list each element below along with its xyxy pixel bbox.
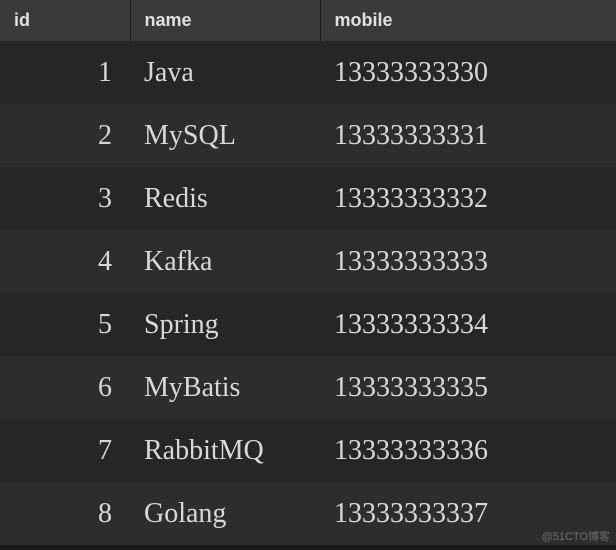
cell-id: 6 — [0, 356, 130, 419]
cell-mobile: 13333333330 — [320, 41, 616, 104]
table-row[interactable]: 5 Spring 13333333334 — [0, 293, 616, 356]
table-row[interactable]: 3 Redis 13333333332 — [0, 167, 616, 230]
table-header-row: id name mobile — [0, 0, 616, 41]
cell-id: 7 — [0, 419, 130, 482]
column-header-mobile[interactable]: mobile — [320, 0, 616, 41]
table-row[interactable]: 1 Java 13333333330 — [0, 41, 616, 104]
cell-name: Golang — [130, 482, 320, 545]
cell-name: MySQL — [130, 104, 320, 167]
table-row[interactable]: 7 RabbitMQ 13333333336 — [0, 419, 616, 482]
cell-name: MyBatis — [130, 356, 320, 419]
column-header-id[interactable]: id — [0, 0, 130, 41]
cell-mobile: 13333333334 — [320, 293, 616, 356]
cell-mobile: 13333333332 — [320, 167, 616, 230]
table-row[interactable]: 6 MyBatis 13333333335 — [0, 356, 616, 419]
cell-name: RabbitMQ — [130, 419, 320, 482]
cell-mobile: 13333333333 — [320, 230, 616, 293]
data-table: id name mobile 1 Java 13333333330 2 MySQ… — [0, 0, 616, 545]
cell-name: Redis — [130, 167, 320, 230]
cell-mobile: 13333333331 — [320, 104, 616, 167]
cell-id: 3 — [0, 167, 130, 230]
table-row[interactable]: 8 Golang 13333333337 — [0, 482, 616, 545]
cell-id: 2 — [0, 104, 130, 167]
cell-id: 4 — [0, 230, 130, 293]
cell-mobile: 13333333335 — [320, 356, 616, 419]
cell-id: 1 — [0, 41, 130, 104]
cell-name: Kafka — [130, 230, 320, 293]
table-row[interactable]: 4 Kafka 13333333333 — [0, 230, 616, 293]
cell-id: 5 — [0, 293, 130, 356]
cell-id: 8 — [0, 482, 130, 545]
cell-name: Spring — [130, 293, 320, 356]
table-row[interactable]: 2 MySQL 13333333331 — [0, 104, 616, 167]
cell-mobile: 13333333336 — [320, 419, 616, 482]
column-header-name[interactable]: name — [130, 0, 320, 41]
cell-name: Java — [130, 41, 320, 104]
watermark: @51CTO博客 — [542, 528, 610, 544]
